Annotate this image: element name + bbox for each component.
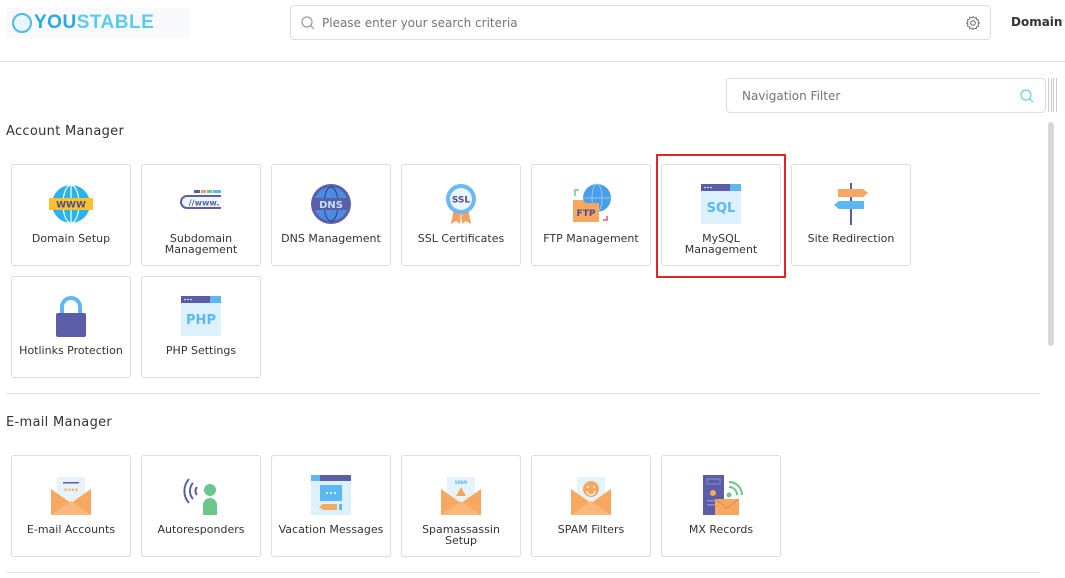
tile-spam-filters[interactable]: SPAM Filters [531,455,651,557]
padlock-icon [49,294,93,338]
svg-text:SPAM: SPAM [455,480,468,485]
global-search [290,5,991,40]
tile-php-settings[interactable]: PHP PHP Settings [141,276,261,378]
tile-label: Hotlinks Protection [19,344,123,357]
sql-window-icon: SQL [699,182,743,226]
youstable-logo[interactable]: YOUSTABLE [6,8,190,38]
www-globe-icon: WWW [49,182,93,226]
domain-menu-link[interactable]: Domain [1011,15,1062,29]
tile-label: Domain Setup [31,232,111,245]
svg-text:****: **** [64,487,79,495]
spam-envelope-icon: SPAM [439,473,483,517]
tile-label: E-mail Accounts [26,523,116,536]
logo-ring-icon [12,13,32,33]
scrollbar[interactable] [1048,122,1055,578]
dns-globe-icon: DNS [309,182,353,226]
svg-text:SSL: SSL [452,196,471,206]
search-icon[interactable] [1019,88,1035,104]
resize-handle[interactable] [1048,78,1056,112]
section-title-email-manager: E-mail Manager [6,415,113,430]
vacation-message-icon [309,473,353,517]
tile-label: MX Records [688,523,754,536]
search-input[interactable] [322,15,942,30]
section-divider [6,393,1040,394]
tile-ssl-certificates[interactable]: SSL SSL Certificates [401,164,521,266]
tile-label: Site Redirection [807,232,895,245]
signpost-icon [829,182,873,226]
tile-label: MySQL Management [684,232,758,256]
tile-label: FTP Management [543,232,639,245]
php-window-icon: PHP [179,294,223,338]
svg-text:SQL: SQL [707,201,736,216]
svg-text:FTP: FTP [577,209,596,219]
tile-label: SPAM Filters [557,523,625,536]
mx-server-icon [699,473,743,517]
tile-label: SSL Certificates [417,232,505,245]
tile-label: Autoresponders [157,523,245,536]
tile-email-accounts[interactable]: **** E-mail Accounts [11,455,131,557]
section-title-account-manager: Account Manager [6,124,125,139]
tile-subdomain-management[interactable]: //www. Subdomain Management [141,164,261,266]
tile-vacation-messages[interactable]: Vacation Messages [271,455,391,557]
tile-spamassassin-setup[interactable]: SPAM Spamassassin Setup [401,455,521,557]
tile-hotlinks-protection[interactable]: Hotlinks Protection [11,276,131,378]
smiley-envelope-icon [569,473,613,517]
ftp-folder-icon: FTP [569,182,613,226]
svg-text:WWW: WWW [56,201,86,211]
gear-icon[interactable] [965,15,981,31]
navigation-filter-input[interactable] [742,88,1002,103]
tile-autoresponders[interactable]: Autoresponders [141,455,261,557]
tile-ftp-management[interactable]: FTP FTP Management [531,164,651,266]
ssl-badge-icon: SSL [439,182,483,226]
tile-label: DNS Management [281,232,381,245]
tile-label: Vacation Messages [278,523,384,536]
tile-site-redirection[interactable]: Site Redirection [791,164,911,266]
subdomain-icon: //www. [179,182,223,226]
top-header: YOUSTABLE Domain [0,0,1065,62]
section-divider [6,572,1040,573]
svg-text://www.: //www. [189,199,220,208]
tile-label: Spamassassin Setup [422,523,500,547]
tile-mx-records[interactable]: MX Records [661,455,781,557]
svg-text:PHP: PHP [186,313,216,328]
svg-text:DNS: DNS [319,200,343,211]
navigation-filter [726,78,1046,113]
scrollbar-thumb[interactable] [1048,122,1054,346]
tile-label: PHP Settings [165,344,237,357]
email-accounts-icon: **** [49,473,93,517]
autoresponder-icon [179,473,223,517]
tile-domain-setup[interactable]: WWW Domain Setup [11,164,131,266]
tile-dns-management[interactable]: DNS DNS Management [271,164,391,266]
search-icon [301,15,315,29]
tile-label: Subdomain Management [164,232,238,256]
tile-mysql-management[interactable]: SQL MySQL Management [661,164,781,266]
